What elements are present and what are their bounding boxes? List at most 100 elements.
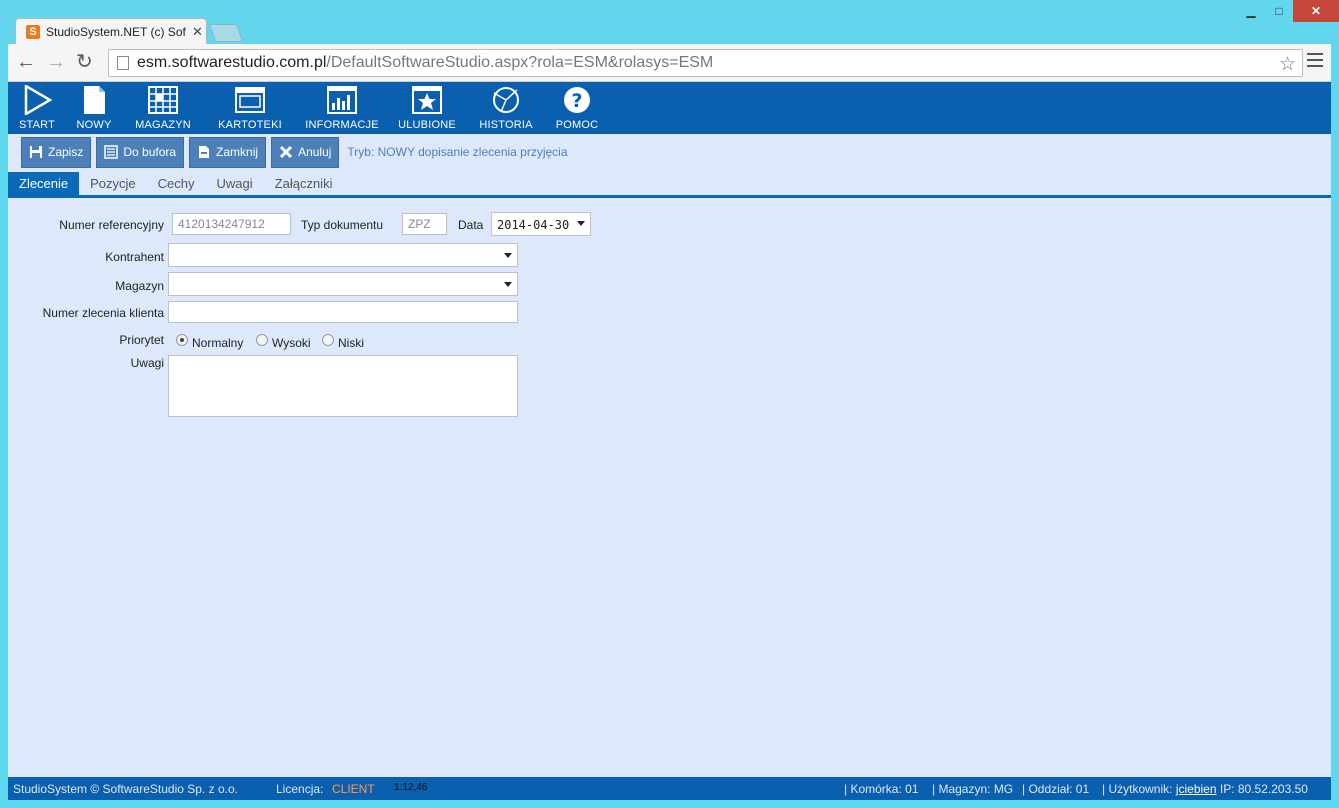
menu-label: HISTORIA xyxy=(479,119,533,131)
tab-uwagi[interactable]: Uwagi xyxy=(206,172,264,195)
cell-text: Komórka: 01 xyxy=(850,782,919,796)
cards-icon xyxy=(235,87,265,113)
ref-number-label: Numer referencyjny xyxy=(59,218,164,232)
action-bar: Zapisz Do bufora Zamknij Anuluj Tryb: NO… xyxy=(8,134,1331,170)
menu-start[interactable]: START xyxy=(8,82,66,134)
bookmark-star-icon[interactable]: ☆ xyxy=(1279,53,1296,76)
chevron-down-icon xyxy=(504,282,512,287)
chevron-down-icon xyxy=(504,253,512,258)
browser-tab[interactable]: S StudioSystem.NET (c) Soft ✕ xyxy=(15,18,207,44)
license-value: CLIENT xyxy=(332,782,375,796)
doc-type-input[interactable] xyxy=(402,213,447,235)
tab-zalaczniki[interactable]: Załączniki xyxy=(264,172,344,195)
tab-zlecenie[interactable]: Zlecenie xyxy=(8,172,80,195)
client-order-label: Numer zlecenia klienta xyxy=(42,306,164,320)
close-label: Zamknij xyxy=(216,145,259,159)
floppy-disk-icon xyxy=(30,146,42,158)
priority-high-label: Wysoki xyxy=(272,336,311,350)
to-buffer-label: Do bufora xyxy=(123,145,177,159)
save-label: Zapisz xyxy=(48,145,84,159)
to-buffer-button[interactable]: Do bufora xyxy=(96,136,185,168)
address-bar[interactable]: esm.softwarestudio.com.pl/DefaultSoftwar… xyxy=(108,49,1303,77)
new-document-icon xyxy=(84,86,105,114)
date-value: 2014-04-30 xyxy=(497,218,570,232)
back-arrow-icon[interactable]: ← xyxy=(16,52,36,72)
priority-label: Priorytet xyxy=(119,333,164,347)
menu-label: START xyxy=(18,119,56,131)
priority-low-radio[interactable] xyxy=(322,334,334,346)
cancel-x-icon xyxy=(280,145,293,159)
tab-title: StudioSystem.NET (c) Soft xyxy=(46,24,186,39)
menu-label: ULUBIONE xyxy=(398,119,456,131)
contractor-select[interactable] xyxy=(168,243,518,267)
warehouse-select[interactable] xyxy=(168,272,518,296)
url-host: esm.softwarestudio.com.pl xyxy=(137,54,327,71)
history-icon xyxy=(493,87,519,113)
close-button[interactable]: Zamknij xyxy=(189,136,267,168)
priority-normal-radio[interactable] xyxy=(176,334,188,346)
license-label: Licencja: xyxy=(276,782,324,796)
browser-menu-icon[interactable] xyxy=(1307,53,1323,71)
menu-kartoteki[interactable]: KARTOTEKI xyxy=(204,82,296,134)
notes-label: Uwagi xyxy=(130,356,164,370)
contractor-label: Kontrahent xyxy=(105,250,164,264)
client-order-input[interactable] xyxy=(168,301,518,323)
save-button[interactable]: Zapisz xyxy=(21,136,92,168)
play-icon xyxy=(24,85,52,115)
mode-status-text: Tryb: NOWY dopisanie zlecenia przyjęcia xyxy=(347,145,568,159)
warehouse-grid-icon xyxy=(148,86,178,114)
menu-magazyn[interactable]: MAGAZYN xyxy=(122,82,204,134)
minimize-icon[interactable]: ▁ xyxy=(1237,0,1265,22)
date-select[interactable]: 2014-04-30 xyxy=(491,212,591,236)
status-bar: StudioSystem © SoftwareStudio Sp. z o.o.… xyxy=(8,777,1331,800)
warehouse-label: Magazyn xyxy=(115,279,164,293)
window-close-icon[interactable]: ✕ xyxy=(1293,0,1339,22)
studiosystem-favicon-icon: S xyxy=(26,24,40,39)
new-tab-button[interactable] xyxy=(208,24,244,42)
forward-arrow-icon[interactable]: → xyxy=(46,52,66,72)
warehouse-text: Magazyn: MG xyxy=(938,782,1014,796)
form-tabs: Zlecenie Pozycje Cechy Uwagi Załączniki xyxy=(8,172,1331,198)
priority-normal-label: Normalny xyxy=(192,336,244,350)
menu-informacje[interactable]: INFORMACJE xyxy=(296,82,388,134)
menu-pomoc[interactable]: ? POMOC xyxy=(546,82,608,134)
close-document-icon xyxy=(199,146,210,158)
menu-label: KARTOTEKI xyxy=(218,119,282,131)
ref-number-input[interactable] xyxy=(172,213,291,235)
menu-label: POMOC xyxy=(555,119,599,131)
menu-label: NOWY xyxy=(76,119,112,131)
chart-icon xyxy=(327,86,357,114)
menu-label: INFORMACJE xyxy=(305,119,379,131)
status-user: | Użytkownik: jciebien IP: 80.52.203.50 xyxy=(1102,782,1308,796)
cancel-button[interactable]: Anuluj xyxy=(271,136,340,168)
browser-toolbar: ← → ↻ esm.softwarestudio.com.pl/DefaultS… xyxy=(8,44,1331,82)
copyright-text: StudioSystem © SoftwareStudio Sp. z o.o. xyxy=(13,782,238,796)
tab-pozycje[interactable]: Pozycje xyxy=(79,172,147,195)
session-timer: 1:12,46 xyxy=(394,782,428,793)
main-menu-bar: START NOWY MAGAZYN KARTOTEKI INFORMACJE … xyxy=(8,82,1331,134)
url-path: /DefaultSoftwareStudio.aspx?rola=ESM&rol… xyxy=(326,54,714,71)
date-label: Data xyxy=(458,218,484,232)
list-icon xyxy=(104,145,119,159)
help-icon: ? xyxy=(564,87,590,113)
app-area: START NOWY MAGAZYN KARTOTEKI INFORMACJE … xyxy=(8,82,1331,800)
status-branch: | Oddział: 01 xyxy=(1022,782,1090,796)
menu-ulubione[interactable]: ULUBIONE xyxy=(388,82,466,134)
tab-cechy[interactable]: Cechy xyxy=(147,172,206,195)
tab-close-icon[interactable]: ✕ xyxy=(192,24,203,40)
menu-historia[interactable]: HISTORIA xyxy=(466,82,546,134)
cancel-label: Anuluj xyxy=(298,145,332,159)
page-icon xyxy=(117,56,129,70)
priority-low-label: Niski xyxy=(338,336,364,350)
chevron-down-icon xyxy=(577,221,585,226)
priority-high-radio[interactable] xyxy=(256,334,268,346)
user-link[interactable]: jciebien xyxy=(1176,782,1217,796)
notes-textarea[interactable] xyxy=(168,355,518,417)
user-label: Użytkownik: xyxy=(1108,782,1173,796)
maximize-icon[interactable]: □ xyxy=(1265,0,1293,22)
ip-text: IP: 80.52.203.50 xyxy=(1219,782,1308,796)
menu-label: MAGAZYN xyxy=(135,119,191,131)
menu-nowy[interactable]: NOWY xyxy=(66,82,122,134)
reload-icon[interactable]: ↻ xyxy=(76,52,93,72)
browser-titlebar: S StudioSystem.NET (c) Soft ✕ ▁ □ ✕ xyxy=(0,0,1339,44)
